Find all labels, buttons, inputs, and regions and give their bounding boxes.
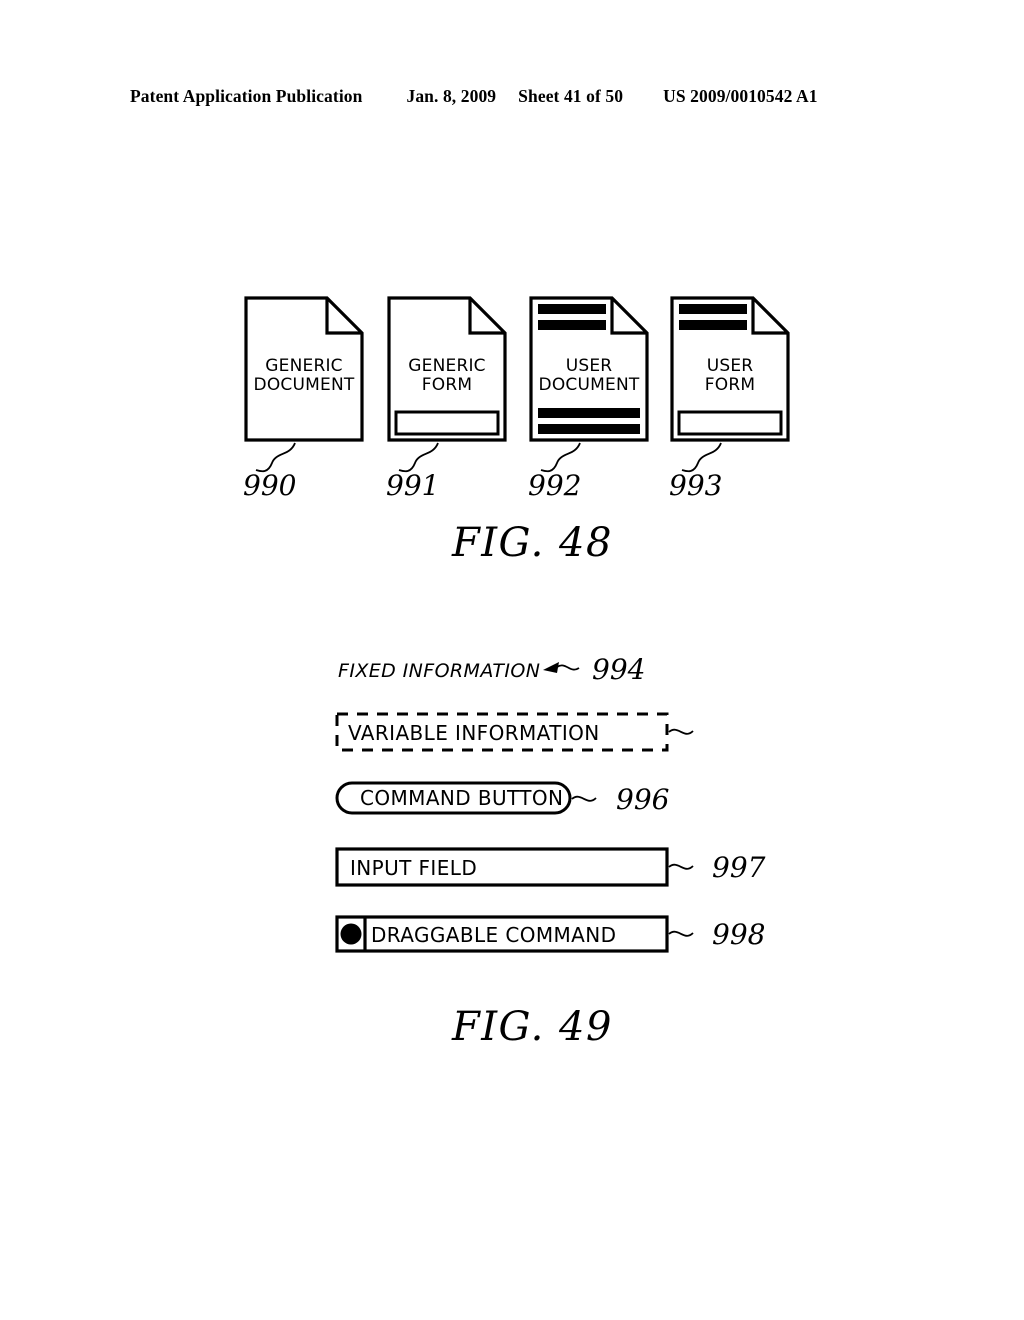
leader-line <box>681 442 722 473</box>
fig49-row-draggable-command[interactable]: DRAGGABLE COMMAND 998 <box>335 915 765 953</box>
document-icon-generic-form[interactable]: GENERIC FORM 991 <box>386 296 507 502</box>
reference-numeral-992: 992 <box>528 469 581 502</box>
reference-numeral-997: 997 <box>712 851 766 884</box>
reference-numeral-990: 990 <box>243 469 296 502</box>
reference-numeral-993: 993 <box>669 469 722 502</box>
header-sheet-number: Sheet 41 of 50 <box>518 86 624 106</box>
document-icon-label-line2: FORM <box>422 375 472 395</box>
reference-numeral-994: 994 <box>592 653 645 686</box>
command-button-label: COMMAND BUTTON <box>360 786 563 810</box>
document-icon-generic-document[interactable]: GENERIC DOCUMENT 990 <box>243 296 364 502</box>
leader-line <box>556 664 580 671</box>
figure-48-title: FIG. 48 <box>451 520 613 566</box>
content-bar-icon <box>538 304 606 314</box>
content-bar-icon <box>679 304 747 314</box>
header-patent-number: US 2009/0010542 A1 <box>663 86 818 106</box>
document-icon-label-line2: DOCUMENT <box>539 375 640 395</box>
content-bar-icon <box>538 424 640 434</box>
leader-line <box>668 863 694 870</box>
drag-handle-icon[interactable] <box>340 923 362 945</box>
reference-numeral-996: 996 <box>616 783 669 816</box>
document-icon-label-line1: GENERIC <box>265 356 342 376</box>
content-bar-icon <box>679 320 747 330</box>
reference-numeral-991: 991 <box>386 469 439 502</box>
header-publication: Patent Application Publication <box>130 86 363 106</box>
reference-numeral-998: 998 <box>712 918 765 951</box>
content-bar-icon <box>538 408 640 418</box>
document-icon-label-line1: USER <box>707 356 754 376</box>
header-date: Jan. 8, 2009 <box>406 86 497 106</box>
document-icon-user-form[interactable]: USER FORM 993 <box>669 296 790 502</box>
leader-line <box>255 442 296 473</box>
document-icon-label-line1: USER <box>566 356 613 376</box>
form-field-box-icon <box>394 410 500 436</box>
arrow-icon <box>543 662 559 673</box>
fixed-information-label: FIXED INFORMATION <box>338 660 540 682</box>
leader-line <box>668 930 694 937</box>
figure-49-title: FIG. 49 <box>451 1004 613 1050</box>
document-icon-label-line2: DOCUMENT <box>254 375 355 395</box>
fig49-row-variable-information[interactable]: VARIABLE INFORMATION <box>335 712 694 752</box>
leader-line <box>668 728 694 735</box>
document-icon-label-line2: FORM <box>705 375 755 395</box>
document-icon-user-document[interactable]: USER DOCUMENT 992 <box>528 296 649 502</box>
fig49-row-command-button[interactable]: COMMAND BUTTON 996 <box>335 781 669 816</box>
input-field-label: INPUT FIELD <box>350 856 477 880</box>
leader-line <box>571 795 597 802</box>
document-icon-label-line1: GENERIC <box>408 356 485 376</box>
patent-header: Patent Application Publication Jan. 8, 2… <box>130 86 890 112</box>
variable-information-label: VARIABLE INFORMATION <box>348 721 600 745</box>
content-bar-icon <box>538 320 606 330</box>
draggable-command-label: DRAGGABLE COMMAND <box>371 923 616 947</box>
fig49-row-input-field[interactable]: INPUT FIELD 997 <box>335 847 766 887</box>
fig49-row-fixed-information: FIXED INFORMATION 994 <box>338 653 645 686</box>
leader-line <box>540 442 581 473</box>
leader-line <box>398 442 439 473</box>
form-field-box-icon <box>677 410 783 436</box>
drawing-sheet: GENERIC DOCUMENT 990 GENERIC FORM 991 US… <box>243 296 790 1050</box>
